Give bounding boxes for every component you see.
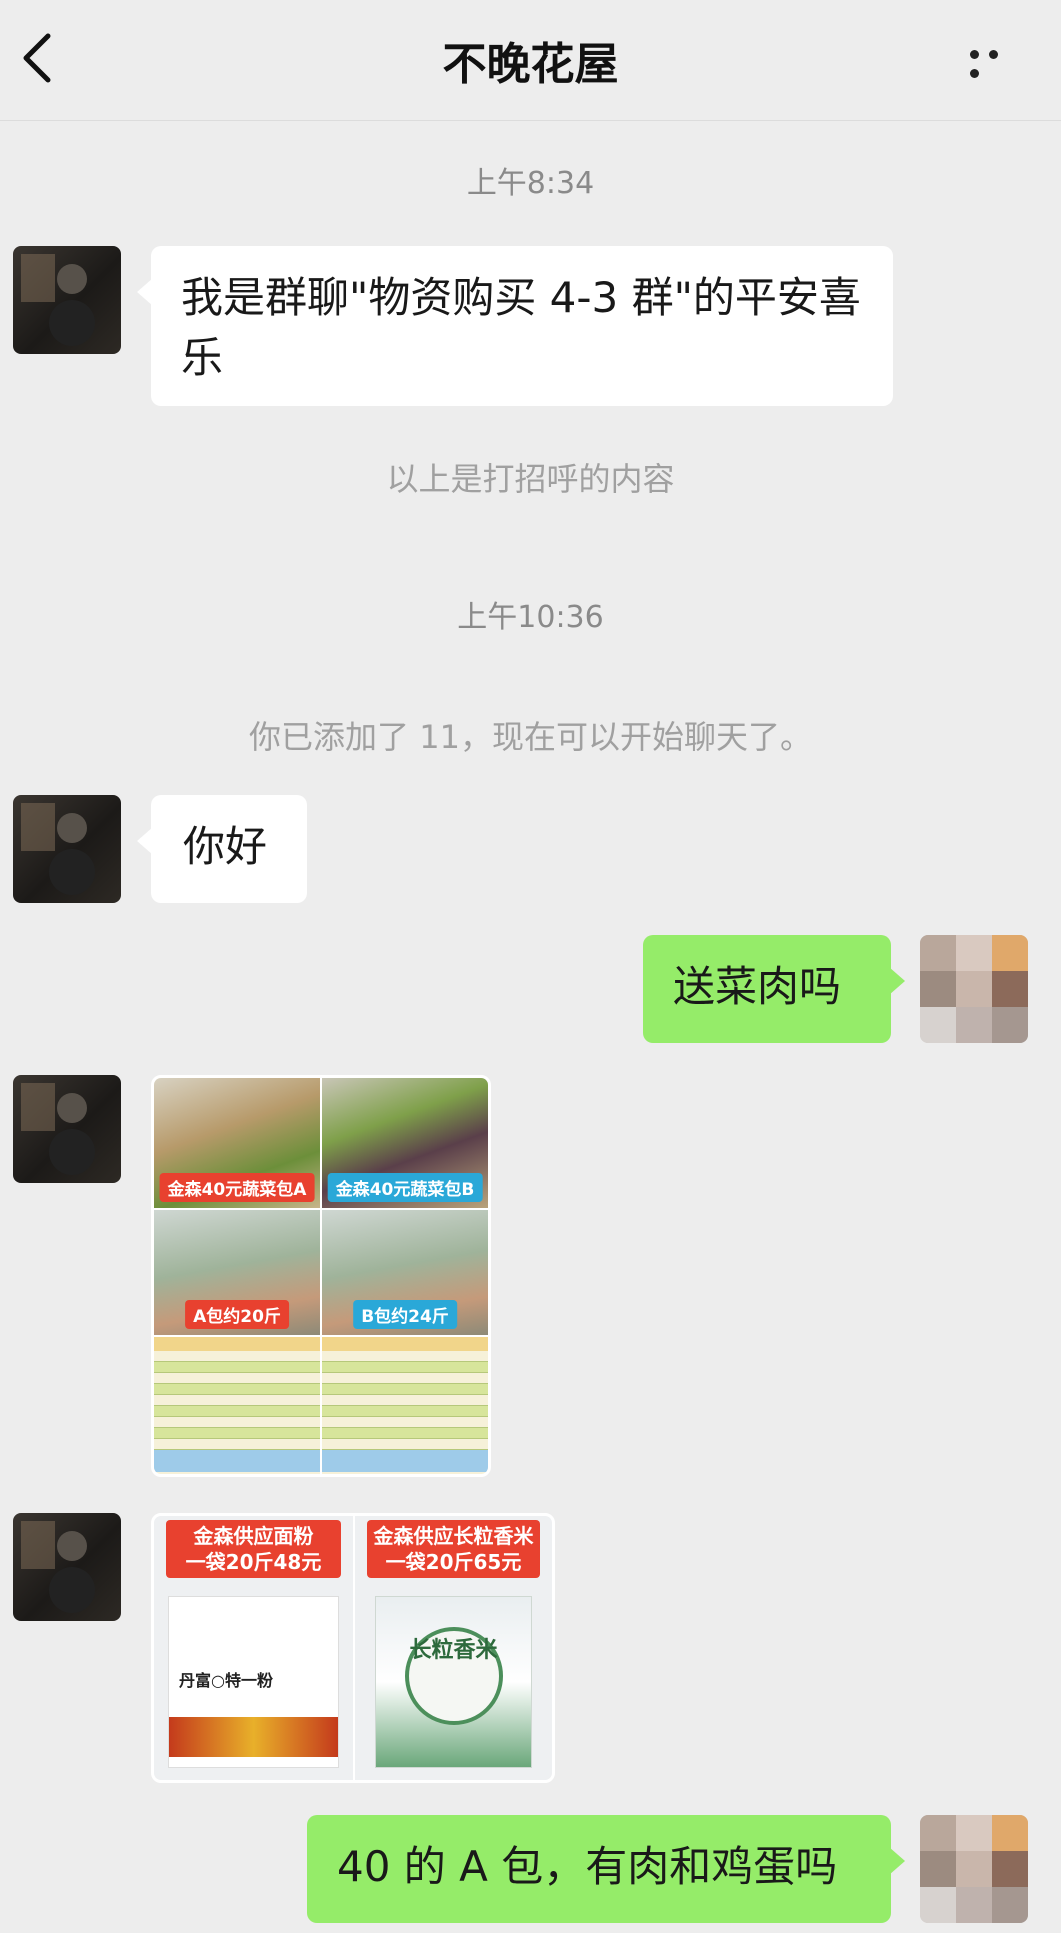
flour-bag: 丹富○特一粉 [168,1596,339,1768]
price-table-b [322,1337,488,1474]
my-avatar[interactable] [920,1815,1028,1923]
message-text: 40 的 A 包，有肉和鸡蛋吗 [337,1842,838,1891]
message-bubble-received[interactable]: 你好 [137,795,307,903]
timestamp: 上午10:36 [457,600,604,635]
system-notice: 你已添加了 11，现在可以开始聊天了。 [249,718,812,756]
message-bubble-sent[interactable]: 送菜肉吗 [643,935,905,1043]
my-avatar[interactable] [920,935,1028,1043]
flour-rice-image[interactable]: 金森供应面粉 一袋20斤48元 丹富○特一粉 金森供应长粒香米 一袋20斤65元… [151,1513,555,1783]
top-bar: 不晚花屋 [0,0,1061,121]
bag-photo-a: A包约20斤 [154,1210,320,1335]
rice-promo: 金森供应长粒香米 一袋20斤65元 [367,1520,540,1578]
weight-label: B包约24斤 [353,1300,457,1329]
rice-seal: 长粒香米 [404,1627,503,1725]
contact-avatar[interactable] [13,1513,121,1621]
vegetable-photo-b: 金森40元蔬菜包B [322,1078,488,1208]
message-bubble-received[interactable]: 我是群聊"物资购买 4-3 群"的平安喜乐 [137,246,893,406]
rice-bag: 长粒香米 [375,1596,532,1768]
message-text: 送菜肉吗 [673,962,842,1011]
package-label: 金森40元蔬菜包A [159,1173,315,1202]
message-bubble-sent[interactable]: 40 的 A 包，有肉和鸡蛋吗 [307,1815,905,1923]
contact-avatar[interactable] [13,1075,121,1183]
contact-avatar[interactable] [13,795,121,903]
contact-avatar[interactable] [13,246,121,354]
more-options-icon[interactable] [965,44,1021,78]
chat-title: 不晚花屋 [442,39,619,90]
timestamp: 上午8:34 [466,166,595,201]
price-table-a [154,1337,320,1474]
vegetable-photo-a: 金森40元蔬菜包A [154,1078,320,1208]
flour-brand: 丹富○特一粉 [179,1671,273,1690]
weight-label: A包约20斤 [185,1300,289,1329]
rice-product-photo: 金森供应长粒香米 一袋20斤65元 长粒香米 [355,1516,552,1780]
message-text: 我是群聊"物资购买 4-3 群"的平安喜乐 [181,273,861,382]
package-label: 金森40元蔬菜包B [327,1173,483,1202]
vegetable-package-image[interactable]: 金森40元蔬菜包A 金森40元蔬菜包B A包约20斤 B包约24斤 [151,1075,491,1477]
flour-product-photo: 金森供应面粉 一袋20斤48元 丹富○特一粉 [154,1516,353,1780]
flour-promo: 金森供应面粉 一袋20斤48元 [166,1520,341,1578]
message-text: 你好 [183,822,268,871]
system-notice: 以上是打招呼的内容 [386,460,675,498]
bag-photo-b: B包约24斤 [322,1210,488,1335]
